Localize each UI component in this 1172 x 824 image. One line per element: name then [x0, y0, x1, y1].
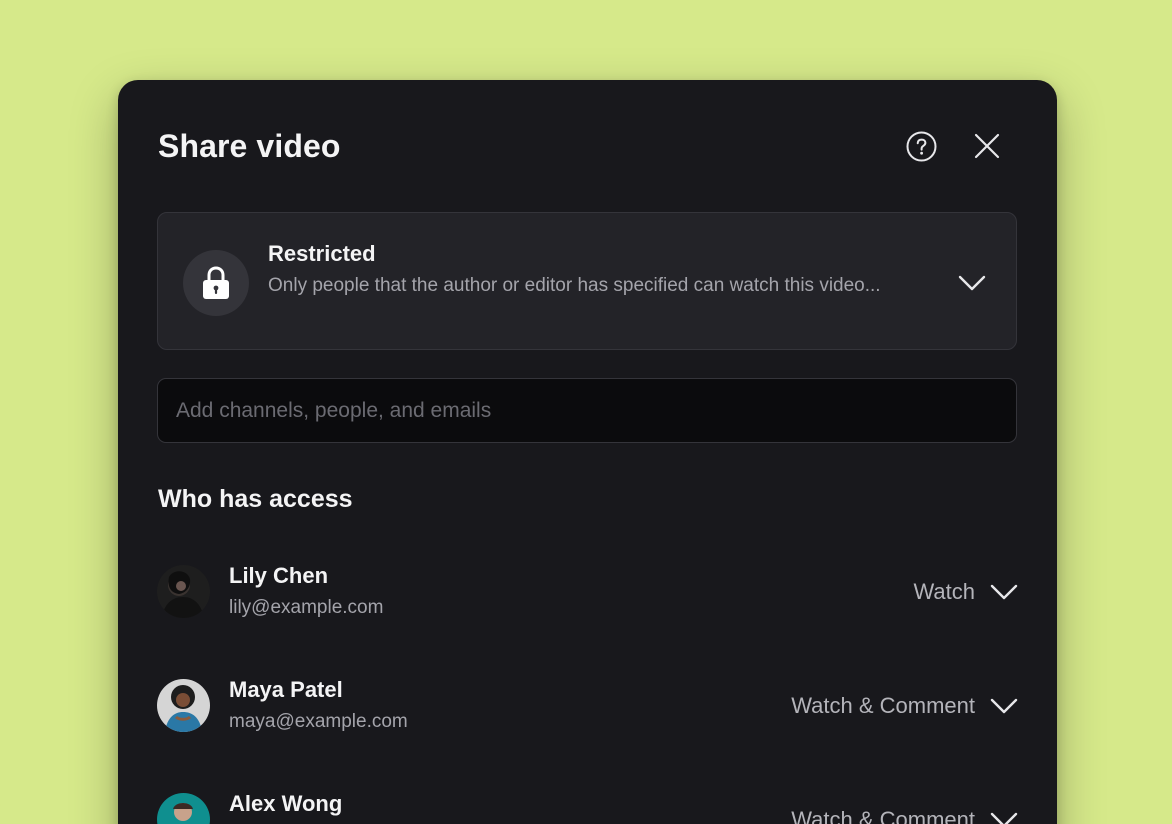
- header-actions: [903, 128, 1005, 164]
- dialog-title: Share video: [158, 127, 341, 164]
- chevron-down-icon: [989, 805, 1019, 824]
- add-people-input[interactable]: [157, 378, 1017, 443]
- help-button[interactable]: [903, 128, 939, 164]
- close-icon: [974, 133, 1000, 159]
- chevron-down-icon: [989, 691, 1019, 721]
- chevron-down-icon: [958, 275, 986, 291]
- list-item: Maya Patel maya@example.com Watch & Comm…: [157, 677, 1019, 737]
- person-name: Alex Wong: [229, 791, 343, 816]
- general-access-selector[interactable]: Restricted Only people that the author o…: [157, 212, 1017, 350]
- person-email: lily@example.com: [229, 597, 384, 618]
- lock-badge: [183, 250, 249, 316]
- person-email: maya@example.com: [229, 711, 408, 732]
- list-item: Lily Chen lily@example.com Watch: [157, 563, 1019, 623]
- role-dropdown[interactable]: Watch & Comment: [791, 691, 1019, 721]
- avatar: [157, 565, 210, 618]
- access-dropdown-toggle[interactable]: [958, 269, 986, 297]
- role-label: Watch: [913, 579, 975, 604]
- dialog-header: Share video: [158, 124, 1017, 168]
- avatar: [157, 793, 210, 824]
- chevron-down-icon: [989, 577, 1019, 607]
- lock-icon: [203, 266, 229, 299]
- role-dropdown[interactable]: Watch & Comment: [791, 805, 1019, 824]
- person-name: Lily Chen: [229, 563, 329, 588]
- role-dropdown[interactable]: Watch: [913, 577, 1019, 607]
- person-name: Maya Patel: [229, 677, 343, 702]
- who-has-access-heading: Who has access: [158, 485, 353, 513]
- share-video-dialog: Share video Restricted Only people that …: [118, 80, 1057, 824]
- question-circle-icon: [906, 131, 936, 161]
- access-level-description: Only people that the author or editor ha…: [268, 275, 881, 296]
- role-label: Watch & Comment: [791, 807, 975, 824]
- avatar: [157, 679, 210, 732]
- close-button[interactable]: [969, 128, 1005, 164]
- list-item: Alex Wong Watch & Comment: [157, 791, 1019, 824]
- role-label: Watch & Comment: [791, 693, 975, 718]
- access-level-title: Restricted: [268, 241, 376, 266]
